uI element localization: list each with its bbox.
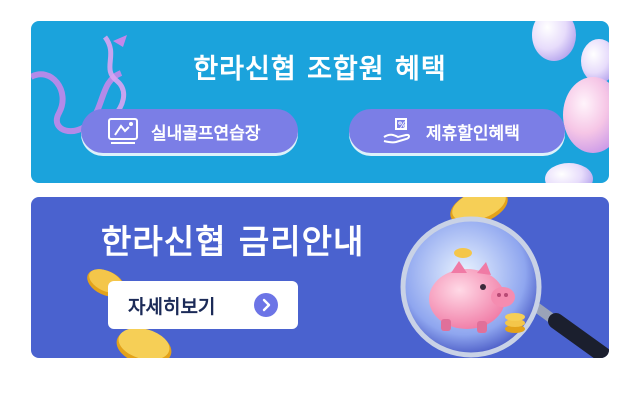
discount-hand-icon: %	[383, 118, 410, 144]
partner-discount-button[interactable]: % 제휴할인혜택	[349, 109, 565, 153]
indoor-golf-button[interactable]: 실내골프연습장	[81, 109, 298, 153]
partner-discount-label: 제휴할인혜택	[426, 123, 520, 144]
rate-title: 한라신협 금리안내	[101, 222, 365, 261]
view-details-label: 자세히보기	[128, 295, 216, 318]
chevron-right-circle-icon	[254, 293, 278, 317]
svg-text:%: %	[398, 121, 407, 131]
indoor-golf-label: 실내골프연습장	[151, 123, 261, 144]
member-benefit-banner: 한라신협 조합원 혜택 실내골프연습장 % 제휴할인혜택	[31, 21, 609, 183]
golf-screen-icon	[108, 118, 138, 144]
decoration-balloons-ribbon	[31, 21, 609, 183]
view-details-button[interactable]: 자세히보기	[108, 281, 298, 329]
benefit-title: 한라신협 조합원 혜택	[193, 54, 447, 85]
interest-rate-banner: 한라신협 금리안내 자세히보기	[31, 197, 609, 358]
